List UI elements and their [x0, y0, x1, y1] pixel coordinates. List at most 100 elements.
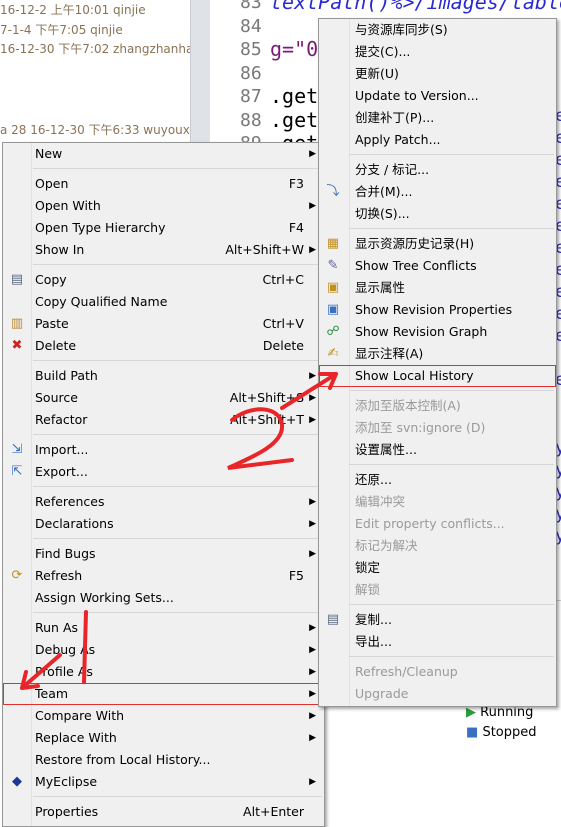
menu-item-new[interactable]: New ▶: [3, 143, 324, 165]
menu-item[interactable]: 锁定: [319, 557, 556, 579]
menu-item-label: Refactor: [35, 412, 88, 427]
menu-item-label: 复制...: [355, 612, 392, 627]
menu-item-open-with[interactable]: Open With ▶: [3, 195, 324, 217]
menu-item-refresh[interactable]: ⟳ Refresh F5: [3, 565, 324, 587]
menu-item-label: Open With: [35, 198, 101, 213]
menu-item-copy[interactable]: ▤ Copy Ctrl+C: [3, 269, 324, 291]
menu-item-paste[interactable]: ▥ Paste Ctrl+V: [3, 313, 324, 335]
menu-item-declarations[interactable]: Declarations ▶: [3, 513, 324, 535]
line-number: 85: [240, 39, 262, 60]
menu-item-team[interactable]: Team ▶: [3, 683, 324, 705]
menu-item-a[interactable]: ✍ 显示注释(A): [319, 343, 556, 365]
history-row[interactable]: a 28 16-12-30 下午6:33 wuyoux: [0, 121, 190, 138]
menu-item[interactable]: 分支 / 标记...: [319, 159, 556, 181]
menu-item[interactable]: 设置属性...: [319, 439, 556, 461]
menu-item-m[interactable]: ⤵ 合并(M)...: [319, 181, 556, 203]
menu-item-label: MyEclipse: [35, 774, 98, 789]
running-icon: ▶: [466, 705, 476, 720]
menu-separator: [3, 431, 324, 439]
refresh-icon: ⟳: [11, 568, 23, 583]
menu-item-delete[interactable]: ✖ Delete Delete: [3, 335, 324, 357]
menu-item[interactable]: 还原...: [319, 469, 556, 491]
menu-item-run-as[interactable]: Run As ▶: [3, 617, 324, 639]
menu-item-assign-working-sets[interactable]: Assign Working Sets...: [3, 587, 324, 609]
menu-item-profile-as[interactable]: Profile As ▶: [3, 661, 324, 683]
menu-item-myeclipse[interactable]: ◆ MyEclipse ▶: [3, 771, 324, 793]
history-row[interactable]: 16-12-2 上午10:01 qinjie: [0, 1, 146, 18]
menu-item-debug-as[interactable]: Debug As ▶: [3, 639, 324, 661]
menu-item-import[interactable]: ⇲ Import...: [3, 439, 324, 461]
submenu-arrow-icon: ▶: [309, 549, 316, 559]
status-running: ▶ Running: [466, 705, 533, 720]
annotate-icon: ✍: [327, 346, 339, 361]
menu-item-references[interactable]: References ▶: [3, 491, 324, 513]
menu-item-c[interactable]: 提交(C)...: [319, 41, 556, 63]
history-row[interactable]: 7-1-4 下午7:05 qinjie: [0, 21, 123, 38]
menu-item-label: Show Revision Graph: [355, 324, 488, 339]
line-number: 87: [240, 86, 262, 107]
delete-icon: ✖: [11, 338, 23, 353]
menu-item: 标记为解决: [319, 535, 556, 557]
menu-item-restore-from-local-history[interactable]: Restore from Local History...: [3, 749, 324, 771]
menu-item-label: Show Revision Properties: [355, 302, 513, 317]
line-number: 84: [240, 15, 262, 37]
menu-item-label: Restore from Local History...: [35, 752, 211, 767]
menu-separator: [3, 793, 324, 801]
menu-item-p[interactable]: 创建补丁(P)...: [319, 107, 556, 129]
menu-item-label: 设置属性...: [355, 442, 417, 457]
shortcut-label: F5: [288, 568, 304, 583]
menu-item-show-revision-graph[interactable]: ☍ Show Revision Graph: [319, 321, 556, 343]
menu-item-label: 与资源库同步(S): [355, 22, 448, 37]
menu-item-open-type-hierarchy[interactable]: Open Type Hierarchy F4: [3, 217, 324, 239]
menu-item-label: Compare With: [35, 708, 125, 723]
menu-item-show-in[interactable]: Show In Alt+Shift+W ▶: [3, 239, 324, 261]
menu-item-find-bugs[interactable]: Find Bugs ▶: [3, 543, 324, 565]
menu-item-update-to-version[interactable]: Update to Version...: [319, 85, 556, 107]
menu-item-label: Refresh/Cleanup: [355, 664, 458, 679]
menu-item-h[interactable]: ▦ 显示资源历史记录(H): [319, 233, 556, 255]
menu-item-build-path[interactable]: Build Path ▶: [3, 365, 324, 387]
menu-item[interactable]: 导出...: [319, 631, 556, 653]
shortcut-label: F3: [288, 176, 304, 191]
menu-item-copy-qualified-name[interactable]: Copy Qualified Name: [3, 291, 324, 313]
history-row[interactable]: 16-12-30 下午7:02 zhangzhanha: [0, 40, 193, 57]
line-number: 88: [240, 109, 262, 131]
menu-item-s[interactable]: 切换(S)...: [319, 203, 556, 225]
menu-item-apply-patch[interactable]: Apply Patch...: [319, 129, 556, 151]
menu-separator: [3, 165, 324, 173]
menu-item-source[interactable]: Source Alt+Shift+S ▶: [3, 387, 324, 409]
menu-item-label: New: [35, 146, 63, 161]
menu-item-show-tree-conflicts[interactable]: ✎ Show Tree Conflicts: [319, 255, 556, 277]
code-line: textPath()%>/images/table: [270, 0, 561, 14]
menu-item-label: Export...: [35, 464, 88, 479]
menu-item-show-local-history[interactable]: Show Local History: [319, 365, 556, 387]
menu-item-export[interactable]: ⇱ Export...: [3, 461, 324, 483]
menu-item-label: Show Local History: [355, 368, 474, 383]
menu-item-u[interactable]: 更新(U): [319, 63, 556, 85]
menu-item: 编辑冲突: [319, 491, 556, 513]
menu-item-label: 创建补丁(P)...: [355, 110, 435, 125]
menu-item-properties[interactable]: Properties Alt+Enter: [3, 801, 324, 823]
menu-item-replace-with[interactable]: Replace With ▶: [3, 727, 324, 749]
tree-conflicts-icon: ✎: [327, 258, 339, 273]
menu-item[interactable]: ▣ 显示属性: [319, 277, 556, 299]
menu-separator: [319, 387, 556, 395]
history-icon: ▦: [326, 236, 340, 251]
paste-icon: ▥: [10, 316, 24, 331]
menu-item-compare-with[interactable]: Compare With ▶: [3, 705, 324, 727]
menu-item-label: References: [35, 494, 105, 509]
menu-item-s[interactable]: 与资源库同步(S): [319, 19, 556, 41]
menu-item-label: Edit property conflicts...: [355, 516, 505, 531]
shortcut-label: Alt+Shift+W: [225, 242, 304, 257]
menu-item-label: 还原...: [355, 472, 392, 487]
menu-item-label: Copy Qualified Name: [35, 294, 168, 309]
menu-item-label: Import...: [35, 442, 89, 457]
import-icon: ⇲: [11, 442, 23, 457]
menu-item[interactable]: ▤ 复制...: [319, 609, 556, 631]
menu-separator: [319, 151, 556, 159]
menu-item-refactor[interactable]: Refactor Alt+Shift+T ▶: [3, 409, 324, 431]
menu-item-show-revision-properties[interactable]: ▣ Show Revision Properties: [319, 299, 556, 321]
submenu-arrow-icon: ▶: [309, 149, 316, 159]
line-number: 86: [240, 62, 262, 84]
menu-item-open[interactable]: Open F3: [3, 173, 324, 195]
